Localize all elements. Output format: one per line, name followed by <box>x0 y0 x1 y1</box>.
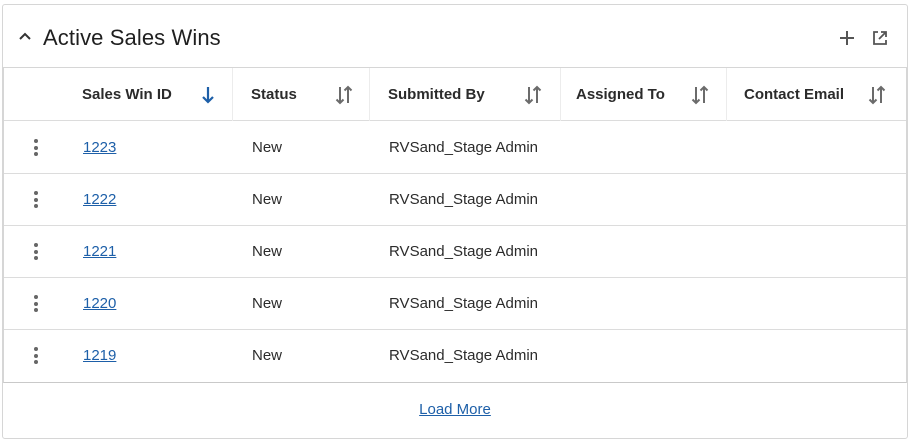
submitted-by-cell: RVSand_Stage Admin <box>389 295 538 312</box>
column-header-contact-email[interactable]: Contact Email <box>744 68 844 121</box>
sort-toggle-icon[interactable] <box>689 84 711 106</box>
status-cell: New <box>252 191 283 208</box>
active-sales-wins-panel: Active Sales Wins Sales Win ID Status Su… <box>2 4 908 439</box>
external-link-icon[interactable] <box>872 30 888 46</box>
sort-descending-icon[interactable] <box>197 84 219 106</box>
table-header-row: Sales Win ID Status Submitted By Assigne… <box>4 68 906 121</box>
column-divider <box>369 68 370 121</box>
column-header-assigned-to[interactable]: Assigned To <box>576 68 665 121</box>
row-actions-menu-icon[interactable] <box>32 191 40 211</box>
status-cell: New <box>252 139 283 156</box>
sort-toggle-icon[interactable] <box>866 84 888 106</box>
submitted-by-cell: RVSand_Stage Admin <box>389 347 538 364</box>
status-cell: New <box>252 347 283 364</box>
column-header-status[interactable]: Status <box>251 68 297 121</box>
status-cell: New <box>252 295 283 312</box>
table-row: 1219 New RVSand_Stage Admin <box>4 330 906 382</box>
sort-toggle-icon[interactable] <box>333 84 355 106</box>
status-cell: New <box>252 243 283 260</box>
sales-win-id-link[interactable]: 1223 <box>83 139 116 156</box>
load-more-link[interactable]: Load More <box>419 401 491 418</box>
chevron-up-icon[interactable] <box>17 29 33 45</box>
column-divider <box>232 68 233 121</box>
row-actions-menu-icon[interactable] <box>32 139 40 159</box>
sales-win-id-link[interactable]: 1221 <box>83 243 116 260</box>
column-divider <box>560 68 561 121</box>
table-row: 1222 New RVSand_Stage Admin <box>4 174 906 226</box>
submitted-by-cell: RVSand_Stage Admin <box>389 191 538 208</box>
row-actions-menu-icon[interactable] <box>32 295 40 315</box>
plus-icon[interactable] <box>838 29 856 47</box>
submitted-by-cell: RVSand_Stage Admin <box>389 243 538 260</box>
panel-title: Active Sales Wins <box>43 25 221 50</box>
panel-header: Active Sales Wins <box>3 5 907 67</box>
table-row: 1221 New RVSand_Stage Admin <box>4 226 906 278</box>
sales-win-id-link[interactable]: 1222 <box>83 191 116 208</box>
row-actions-menu-icon[interactable] <box>32 243 40 263</box>
table-row: 1220 New RVSand_Stage Admin <box>4 278 906 330</box>
column-divider <box>726 68 727 121</box>
sales-win-id-link[interactable]: 1220 <box>83 295 116 312</box>
row-actions-menu-icon[interactable] <box>32 347 40 367</box>
column-header-sales-win-id[interactable]: Sales Win ID <box>82 68 172 121</box>
sales-win-id-link[interactable]: 1219 <box>83 347 116 364</box>
load-more-container: Load More <box>3 385 907 435</box>
column-header-submitted-by[interactable]: Submitted By <box>388 68 485 121</box>
sales-wins-table: Sales Win ID Status Submitted By Assigne… <box>3 67 907 383</box>
sort-toggle-icon[interactable] <box>522 84 544 106</box>
table-row: 1223 New RVSand_Stage Admin <box>4 122 906 174</box>
submitted-by-cell: RVSand_Stage Admin <box>389 139 538 156</box>
